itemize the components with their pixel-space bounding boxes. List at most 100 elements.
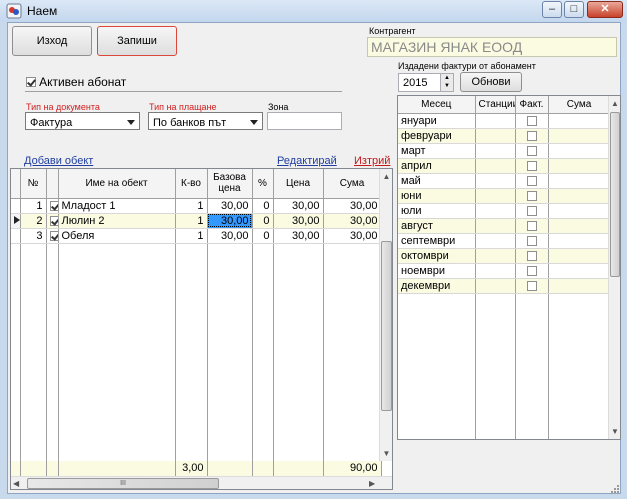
- refresh-button[interactable]: Обнови: [460, 72, 522, 92]
- invoice-month-row[interactable]: октомври: [398, 248, 611, 264]
- year-spinner[interactable]: 2015 ▲ ▼: [398, 73, 454, 92]
- invoiced-checkbox[interactable]: [515, 278, 549, 294]
- scroll-thumb[interactable]: [610, 112, 620, 277]
- spin-up-icon[interactable]: ▲: [441, 74, 453, 82]
- row-checkbox[interactable]: [46, 213, 59, 229]
- base-price-cell[interactable]: 30,00: [207, 198, 253, 214]
- checkbox-unchecked-icon: [526, 280, 537, 291]
- sum-cell[interactable]: 30,00: [323, 213, 382, 229]
- column-header[interactable]: Факт.: [515, 96, 549, 114]
- invoice-month-row[interactable]: април: [398, 158, 611, 174]
- add-object-link[interactable]: Добави обект: [24, 155, 93, 167]
- object-name-cell[interactable]: Люлин 2: [58, 213, 176, 229]
- base-price-cell[interactable]: 30,00: [207, 228, 253, 244]
- object-name-cell[interactable]: Младост 1: [58, 198, 176, 214]
- delete-object-link[interactable]: Изтрий: [354, 155, 390, 167]
- object-name-cell[interactable]: Обеля: [58, 228, 176, 244]
- scroll-down-icon[interactable]: ▼: [380, 446, 392, 461]
- invoice-month-row[interactable]: май: [398, 173, 611, 189]
- invoiced-checkbox[interactable]: [515, 203, 549, 219]
- scroll-up-icon[interactable]: ▲: [380, 169, 392, 184]
- save-button[interactable]: Запиши: [97, 26, 177, 56]
- invoice-month-row[interactable]: юни: [398, 188, 611, 204]
- invoiced-checkbox[interactable]: [515, 218, 549, 234]
- stations-cell: [475, 278, 516, 294]
- document-type-select[interactable]: Фактура: [25, 112, 140, 130]
- title-bar[interactable]: [0, 0, 627, 22]
- column-header[interactable]: Име на обект: [58, 169, 176, 199]
- maximize-button[interactable]: □: [564, 1, 584, 18]
- invoices-vertical-scrollbar[interactable]: ▲ ▼: [608, 96, 620, 439]
- total-qty: 3,00: [175, 461, 208, 477]
- edit-object-link[interactable]: Редактирай: [277, 155, 337, 167]
- percent-cell[interactable]: 0: [252, 213, 274, 229]
- column-header[interactable]: №: [20, 169, 47, 199]
- row-checkbox[interactable]: [46, 228, 59, 244]
- sum-cell[interactable]: 30,00: [323, 228, 382, 244]
- column-header[interactable]: Сума: [548, 96, 611, 114]
- percent-cell[interactable]: 0: [252, 198, 274, 214]
- column-header[interactable]: Месец: [398, 96, 476, 114]
- stations-cell: [475, 158, 516, 174]
- checkbox-unchecked-icon: [526, 115, 537, 126]
- month-cell: май: [398, 173, 476, 189]
- payment-type-select[interactable]: По банков път: [148, 112, 263, 130]
- price-cell[interactable]: 30,00: [273, 213, 324, 229]
- scroll-right-icon[interactable]: ▶: [369, 477, 381, 489]
- invoiced-checkbox[interactable]: [515, 188, 549, 204]
- invoiced-checkbox[interactable]: [515, 248, 549, 264]
- column-header[interactable]: К-во: [175, 169, 208, 199]
- month-cell: февруари: [398, 128, 476, 144]
- invoiced-checkbox[interactable]: [515, 263, 549, 279]
- base-price-cell-selected[interactable]: 30,00: [207, 213, 253, 229]
- invoice-month-row[interactable]: декември: [398, 278, 611, 294]
- spin-down-icon[interactable]: ▼: [441, 82, 453, 90]
- year-spinner-buttons[interactable]: ▲ ▼: [440, 74, 453, 91]
- table-row[interactable]: 1 Младост 1 1 30,00 0 30,00 30,00: [11, 198, 382, 214]
- column-header[interactable]: Станции: [475, 96, 516, 114]
- minimize-button[interactable]: –: [542, 1, 562, 18]
- column-header[interactable]: Сума: [323, 169, 382, 199]
- close-button[interactable]: ✕: [587, 1, 623, 18]
- qty-cell[interactable]: 1: [175, 213, 208, 229]
- stations-cell: [475, 188, 516, 204]
- column-header[interactable]: %: [252, 169, 274, 199]
- column-header[interactable]: Базова цена: [207, 169, 253, 199]
- column-header[interactable]: Цена: [273, 169, 324, 199]
- invoice-month-row[interactable]: юли: [398, 203, 611, 219]
- counterparty-field[interactable]: МАГАЗИН ЯНАК ЕООД: [367, 37, 617, 57]
- invoiced-checkbox[interactable]: [515, 128, 549, 144]
- active-subscription-checkbox[interactable]: Активен абонат: [26, 75, 126, 89]
- horizontal-scroll-thumb[interactable]: III: [27, 478, 219, 489]
- invoiced-checkbox[interactable]: [515, 173, 549, 189]
- sum-cell[interactable]: 30,00: [323, 198, 382, 214]
- scroll-down-icon[interactable]: ▼: [609, 424, 620, 439]
- invoice-month-row[interactable]: септември: [398, 233, 611, 249]
- scroll-left-icon[interactable]: ◀: [13, 477, 25, 489]
- invoice-month-row[interactable]: август: [398, 218, 611, 234]
- invoiced-checkbox[interactable]: [515, 113, 549, 129]
- table-row[interactable]: 3 Обеля 1 30,00 0 30,00 30,00: [11, 228, 382, 244]
- table-row[interactable]: 2 Люлин 2 1 30,00 0 30,00 30,00: [11, 213, 382, 229]
- row-checkbox[interactable]: [46, 198, 59, 214]
- invoice-month-row[interactable]: ноември: [398, 263, 611, 279]
- qty-cell[interactable]: 1: [175, 198, 208, 214]
- scroll-thumb[interactable]: [381, 241, 392, 411]
- objects-vertical-scrollbar[interactable]: ▲ ▼: [379, 169, 392, 461]
- invoice-month-row[interactable]: февруари: [398, 128, 611, 144]
- invoiced-checkbox[interactable]: [515, 233, 549, 249]
- scroll-up-icon[interactable]: ▲: [609, 96, 620, 111]
- invoice-month-row[interactable]: март: [398, 143, 611, 159]
- amount-cell: [548, 113, 611, 129]
- resize-grip-icon[interactable]: [608, 482, 620, 494]
- invoice-month-row[interactable]: януари: [398, 113, 611, 129]
- price-cell[interactable]: 30,00: [273, 198, 324, 214]
- price-cell[interactable]: 30,00: [273, 228, 324, 244]
- zone-input[interactable]: [267, 112, 342, 130]
- invoiced-checkbox[interactable]: [515, 158, 549, 174]
- qty-cell[interactable]: 1: [175, 228, 208, 244]
- invoiced-checkbox[interactable]: [515, 143, 549, 159]
- exit-button[interactable]: Изход: [12, 26, 92, 56]
- objects-horizontal-scrollbar[interactable]: ◀ III ▶: [11, 476, 392, 489]
- percent-cell[interactable]: 0: [252, 228, 274, 244]
